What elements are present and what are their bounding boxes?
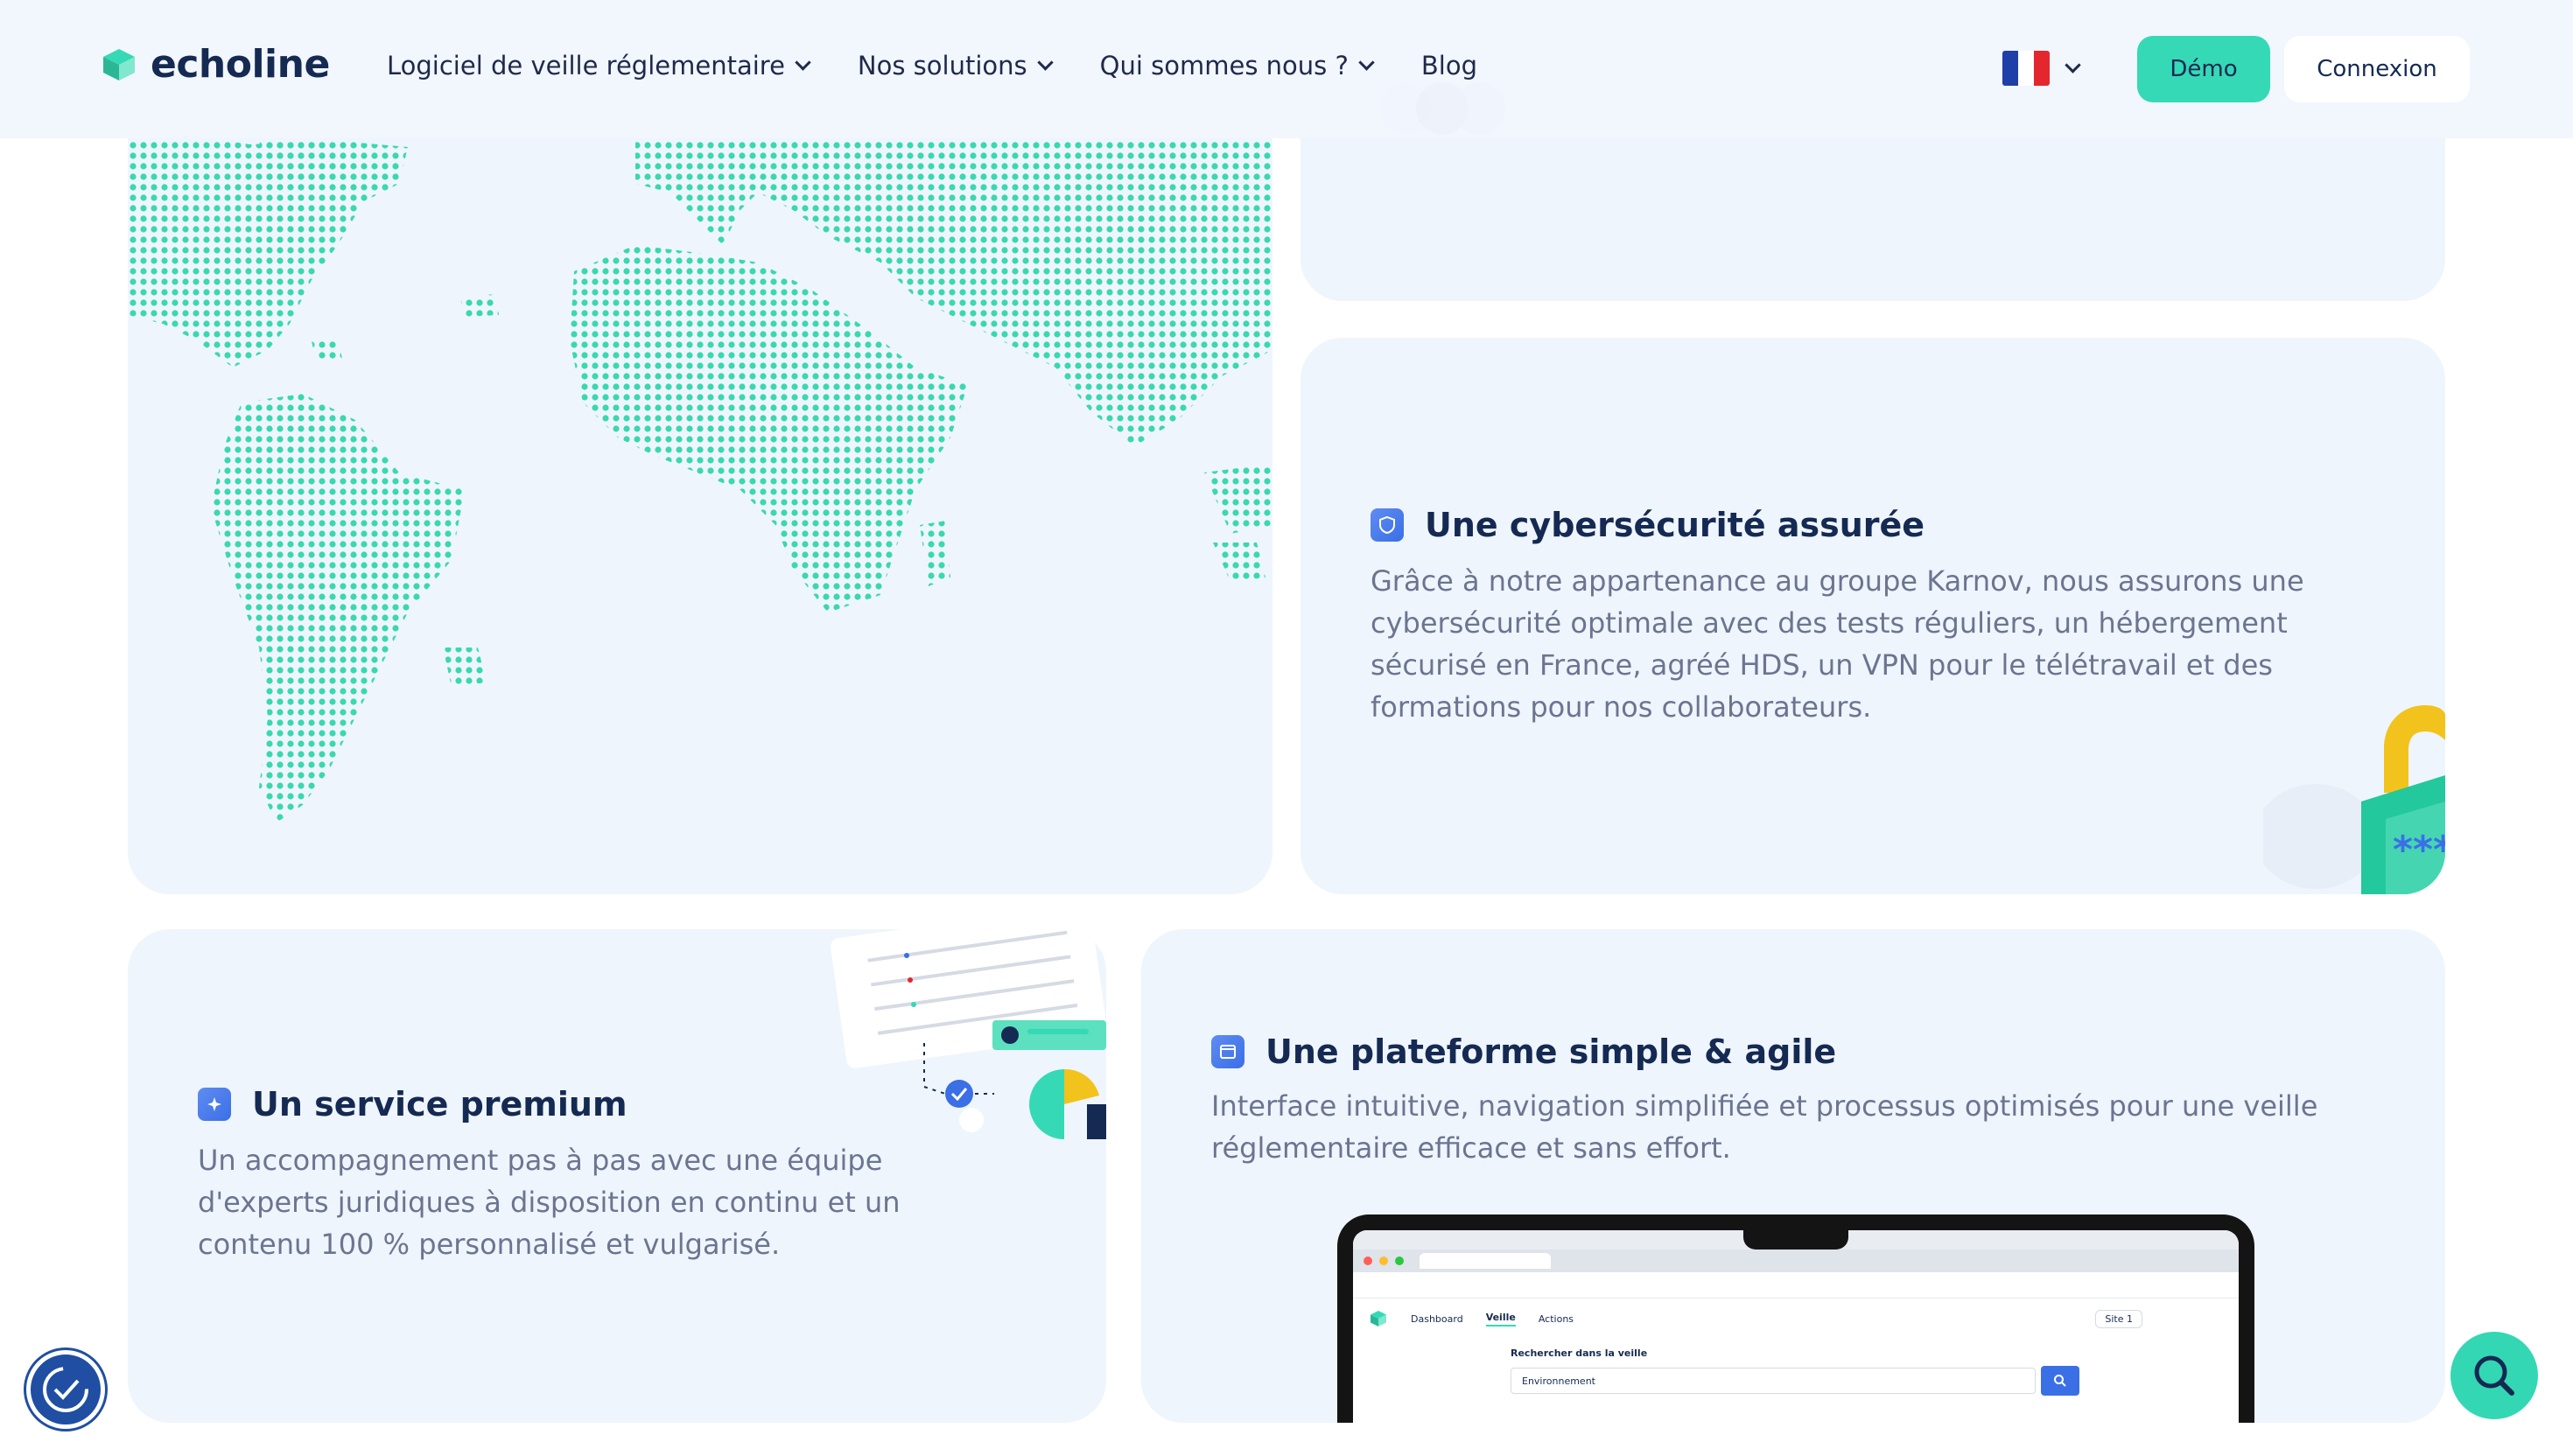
language-selector[interactable] xyxy=(2002,51,2081,86)
padlock-illustration: *** xyxy=(2263,705,2445,894)
card-title: Un service premium xyxy=(198,1085,627,1124)
card-title-text: Une plateforme simple & agile xyxy=(1265,1032,1837,1071)
demo-button[interactable]: Démo xyxy=(2137,36,2270,102)
desc-line: formations pour nos collaborateurs. xyxy=(1371,690,1872,724)
card-title: Une plateforme simple & agile xyxy=(1211,1032,1836,1071)
desc-line: Un accompagnement pas à pas avec une équ… xyxy=(198,1144,883,1177)
tab-dashboard[interactable]: Dashboard xyxy=(1411,1313,1463,1325)
accessibility-icon xyxy=(43,1367,88,1412)
search-fab[interactable] xyxy=(2450,1332,2538,1419)
nav-label: Nos solutions xyxy=(857,51,1027,80)
platform-card: Une plateforme simple & agile Interface … xyxy=(1141,929,2445,1423)
echoline-logo-icon xyxy=(1371,1311,1386,1326)
laptop-screen: Dashboard Veille Actions Site 1 Recherch… xyxy=(1353,1230,2239,1423)
search-icon xyxy=(2054,1375,2066,1387)
desc-line: cybersécurité optimale avec des tests ré… xyxy=(1371,606,2288,640)
tab-veille[interactable]: Veille xyxy=(1485,1312,1516,1326)
desc-line: d'experts juridiques à disposition en co… xyxy=(198,1186,901,1219)
fr-flag-icon xyxy=(2002,51,2050,86)
nav-item-about[interactable]: Qui sommes nous ? xyxy=(1099,51,1375,80)
app-toolbar: Dashboard Veille Actions Site 1 xyxy=(1353,1298,2239,1339)
browser-tabbar xyxy=(1353,1250,2239,1272)
window-icon xyxy=(1211,1035,1244,1068)
browser-tab xyxy=(1420,1253,1551,1269)
site-header: echoline Logiciel de veille réglementair… xyxy=(0,0,2573,138)
card-description: Grâce à notre appartenance au groupe Kar… xyxy=(1371,560,2403,728)
search-row: Environnement xyxy=(1511,1366,2239,1396)
logo-text: echoline xyxy=(151,42,330,87)
window-minimize-dot xyxy=(1379,1256,1388,1265)
svg-text:***: *** xyxy=(2393,828,2445,872)
site-select-value: Site 1 xyxy=(2105,1312,2133,1325)
card-title-text: Une cybersécurité assurée xyxy=(1425,506,1925,544)
nav-item-blog[interactable]: Blog xyxy=(1421,51,1477,80)
desc-line: Interface intuitive, navigation simplifi… xyxy=(1211,1089,2318,1123)
search-label: Rechercher dans la veille xyxy=(1511,1348,1648,1359)
world-map-illustration xyxy=(128,136,1272,822)
nav-label: Logiciel de veille réglementaire xyxy=(387,51,785,80)
accessibility-button[interactable] xyxy=(26,1350,105,1429)
chevron-down-icon xyxy=(2065,56,2081,74)
card-title-text: Un service premium xyxy=(252,1085,627,1124)
chevron-down-icon xyxy=(1358,53,1375,71)
browser-urlbar xyxy=(1353,1272,2239,1298)
echoline-logo-icon xyxy=(103,48,135,80)
login-button[interactable]: Connexion xyxy=(2284,36,2470,102)
nav-item-solutions[interactable]: Nos solutions xyxy=(857,51,1054,80)
nav-item-logiciel[interactable]: Logiciel de veille réglementaire xyxy=(387,51,811,80)
cybersecurity-card: Une cybersécurité assurée Grâce à notre … xyxy=(1301,338,2445,894)
nav-label: Qui sommes nous ? xyxy=(1099,51,1349,80)
nav-label: Blog xyxy=(1420,51,1477,80)
window-maximize-dot xyxy=(1395,1256,1404,1265)
world-map-card xyxy=(128,35,1272,894)
card-description: Interface intuitive, navigation simplifi… xyxy=(1211,1085,2419,1169)
desc-line: sécurisé en France, agréé HDS, un VPN po… xyxy=(1371,648,2273,682)
card-description: Un accompagnement pas à pas avec une équ… xyxy=(198,1139,1038,1265)
desc-line: réglementaire efficace et sans effort. xyxy=(1211,1131,1731,1165)
card-title: Une cybersécurité assurée xyxy=(1371,506,1924,544)
search-button[interactable] xyxy=(2041,1366,2079,1396)
chevron-down-icon xyxy=(1036,53,1054,71)
search-input[interactable]: Environnement xyxy=(1511,1368,2036,1394)
logo[interactable]: echoline xyxy=(100,42,330,87)
site-select[interactable]: Site 1 xyxy=(2095,1309,2142,1328)
tab-actions[interactable]: Actions xyxy=(1539,1313,1574,1325)
search-value: Environnement xyxy=(1522,1376,1595,1387)
interface-illustration xyxy=(831,929,1106,1139)
desc-line: Grâce à notre appartenance au groupe Kar… xyxy=(1371,564,2304,598)
laptop-notch xyxy=(1743,1214,1848,1250)
main-nav: Logiciel de veille réglementaire Nos sol… xyxy=(387,51,1526,80)
laptop-mockup: Dashboard Veille Actions Site 1 Recherch… xyxy=(1337,1214,2254,1423)
page: echoline Logiciel de veille réglementair… xyxy=(0,0,2573,1456)
sparkle-icon xyxy=(198,1088,231,1121)
premium-service-card: Un service premium Un accompagnement pas… xyxy=(128,929,1106,1423)
window-close-dot xyxy=(1364,1256,1372,1265)
chevron-down-icon xyxy=(795,53,811,71)
shield-icon xyxy=(1371,508,1404,542)
desc-line: contenu 100 % personnalisé et vulgarisé. xyxy=(198,1228,781,1261)
search-icon xyxy=(2474,1355,2514,1396)
